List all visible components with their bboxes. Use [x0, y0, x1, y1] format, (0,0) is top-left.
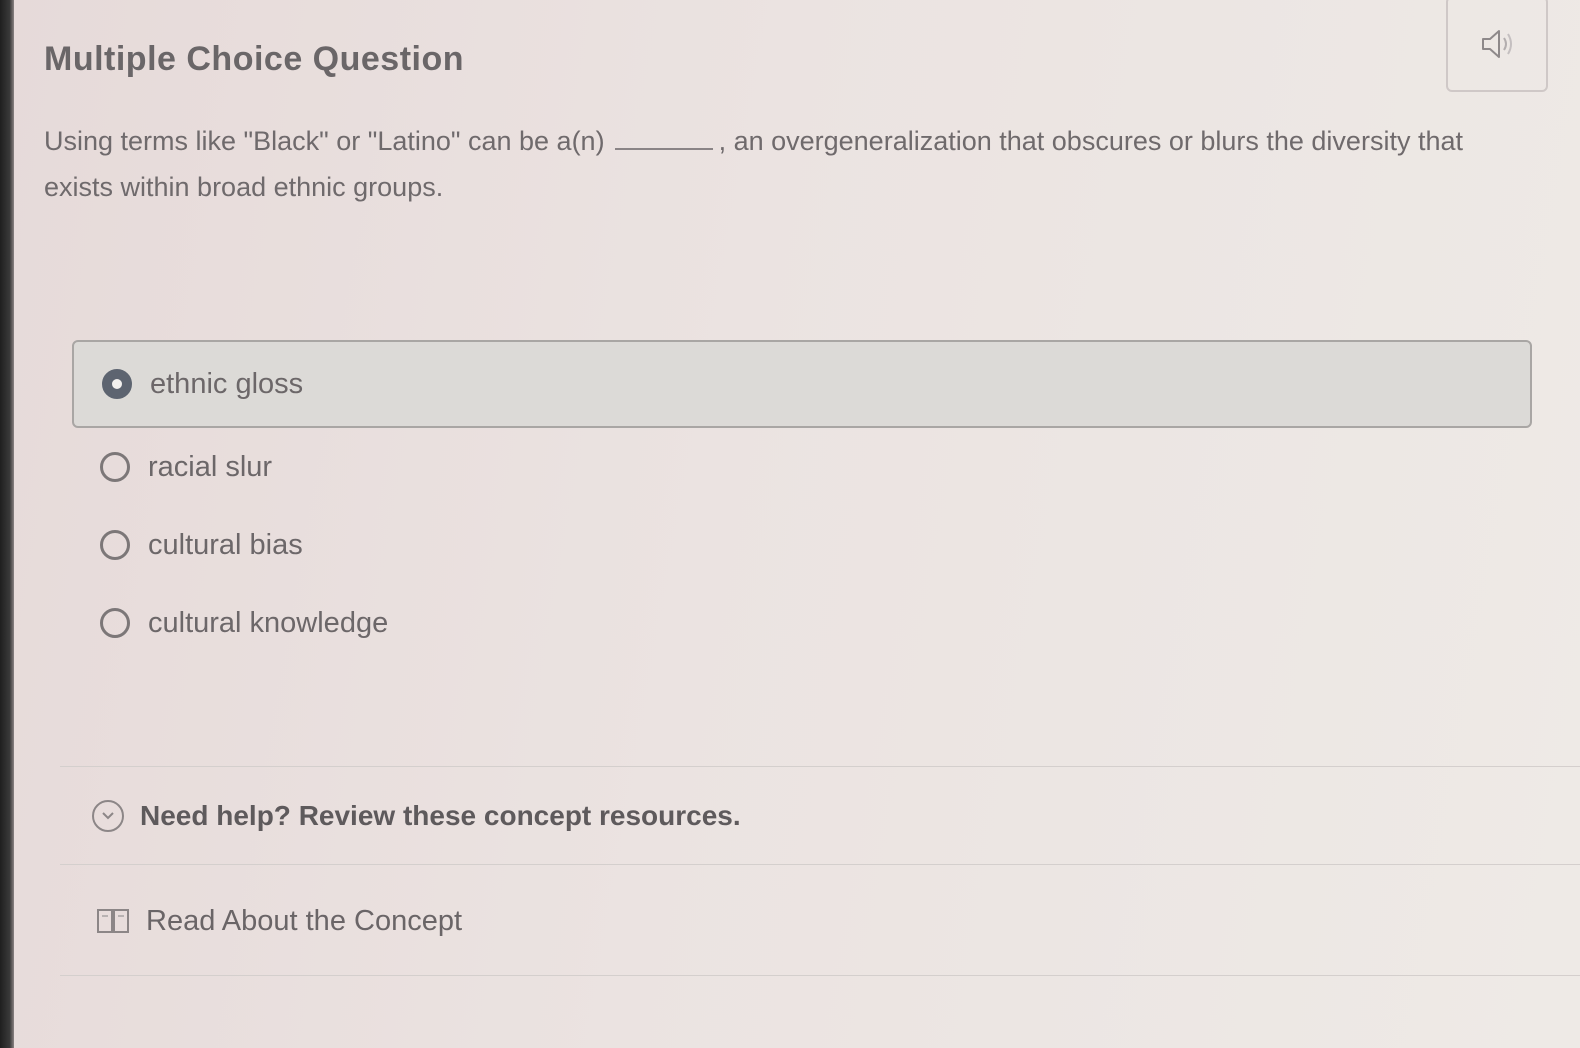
read-aloud-button[interactable] — [1446, 0, 1548, 92]
question-title: Multiple Choice Question — [44, 40, 465, 78]
concept-resources-title: Need help? Review these concept resource… — [140, 799, 741, 831]
option-ethnic-gloss[interactable]: ethnic gloss — [72, 340, 1532, 428]
speaker-icon — [1482, 30, 1512, 58]
concept-resources-panel: Need help? Review these concept resource… — [60, 766, 1580, 976]
read-about-concept-link[interactable]: Read About the Concept — [60, 867, 1580, 975]
resource-label: Read About the Concept — [146, 904, 463, 937]
option-cultural-knowledge[interactable]: cultural knowledge — [72, 584, 1532, 662]
radio-icon[interactable] — [100, 608, 130, 638]
book-icon — [97, 909, 129, 933]
question-page: Multiple Choice Question Using terms lik… — [14, 0, 1580, 1048]
option-cultural-bias[interactable]: cultural bias — [72, 506, 1532, 584]
question-prompt: Using terms like "Black" or "Latino" can… — [44, 118, 1464, 210]
prompt-text-before: Using terms like "Black" or "Latino" can… — [44, 126, 605, 156]
option-label: ethnic gloss — [150, 367, 304, 400]
radio-icon[interactable] — [100, 530, 130, 560]
concept-resources-toggle[interactable]: Need help? Review these concept resource… — [60, 767, 1580, 865]
screen-bezel — [0, 0, 14, 1048]
option-label: cultural knowledge — [148, 606, 389, 639]
option-racial-slur[interactable]: racial slur — [72, 428, 1532, 506]
answer-options: ethnic gloss racial slur cultural bias c… — [72, 340, 1532, 662]
option-label: racial slur — [148, 450, 273, 483]
option-label: cultural bias — [148, 528, 303, 561]
radio-selected-icon[interactable] — [102, 369, 132, 399]
answer-blank — [614, 128, 713, 150]
chevron-down-circle-icon — [92, 799, 124, 832]
radio-icon[interactable] — [100, 452, 130, 482]
